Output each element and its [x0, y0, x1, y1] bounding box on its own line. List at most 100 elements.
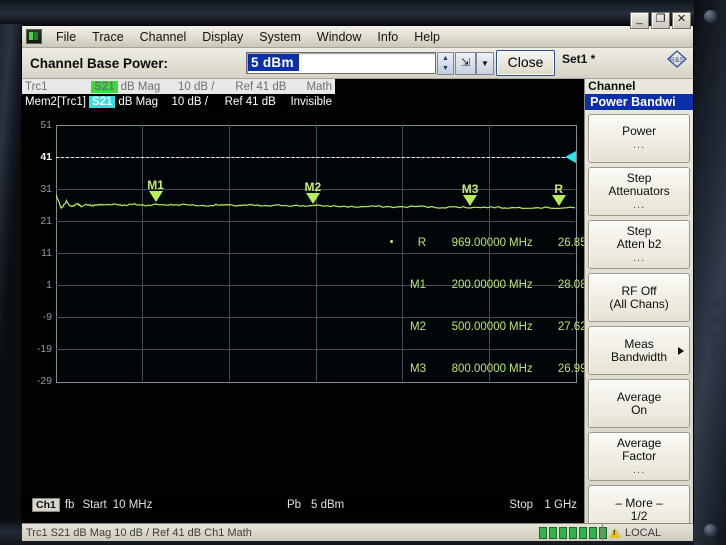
bezel-vent — [710, 300, 719, 309]
marker-label: M1 — [147, 178, 164, 193]
marker-triangle-icon — [463, 194, 478, 206]
marker-frequency-unit: MHz — [509, 321, 533, 333]
diagram-area[interactable]: Trc1 S21 dB Mag 10 dB / Ref 41 dB Math M… — [22, 79, 610, 523]
vna-application-window: File Trace Channel Display System Window… — [22, 12, 693, 541]
channel-base-power-input[interactable]: 5 dBm — [246, 52, 436, 74]
y-tick-label: -29 — [36, 375, 52, 387]
bezel-top — [0, 0, 726, 24]
marker-id: M2 — [410, 321, 426, 333]
marker-label: M2 — [304, 179, 322, 194]
svg-text:R&S: R&S — [670, 57, 685, 64]
softkey-ellipsis: ... — [632, 251, 646, 264]
trace-scale: 10 dB / — [177, 80, 215, 93]
unit-dropdown-icon[interactable]: ▼ — [476, 52, 494, 75]
close-window-button[interactable]: ✕ — [672, 12, 691, 29]
trace-legend: Trc1 S21 dB Mag 10 dB / Ref 41 dB Math M… — [22, 79, 603, 109]
minimize-button[interactable]: _ — [630, 12, 649, 29]
marker-frequency: 500.00000 — [451, 321, 506, 333]
softkey-line1: Average — [616, 389, 662, 404]
marker-reference[interactable]: R — [545, 181, 573, 206]
softkey-step-attenuators[interactable]: Step Attenuators ... — [588, 167, 690, 216]
marker-frequency-unit: MHz — [509, 363, 533, 375]
softkey-line1: Average — [616, 435, 662, 450]
menu-system[interactable]: System — [251, 29, 309, 45]
rohde-schwarz-logo: R&S — [667, 50, 687, 68]
application-body: Trc1 S21 dB Mag 10 dB / Ref 41 dB Math M… — [22, 79, 693, 534]
trace-name: Trc1 — [25, 80, 48, 93]
softkey-power[interactable]: Power ... — [588, 114, 690, 163]
menu-trace[interactable]: Trace — [84, 29, 132, 45]
softkey-line1: Step — [626, 170, 652, 185]
softkey-line2: Atten b2 — [616, 236, 662, 251]
marker-id: M3 — [410, 363, 426, 375]
softkey-line1: Meas — [624, 336, 654, 351]
marker-frequency: 969.00000 — [451, 237, 506, 249]
channel-status-line[interactable]: Ch1 fb Start 10 MHz Pb 5 dBm Stop 1 GHz — [22, 497, 585, 513]
pb-value: 5 dBm — [311, 499, 345, 511]
active-marker-dot-icon — [390, 240, 393, 243]
softkey-average-on[interactable]: Average On — [588, 379, 690, 428]
softkey-line1: RF Off — [621, 283, 657, 298]
marker-label: M3 — [461, 181, 479, 196]
softkey-line2: Bandwidth — [611, 349, 668, 364]
trace-scale: 10 dB / — [171, 95, 208, 108]
trace-legend-row[interactable]: Trc1 S21 dB Mag 10 dB / Ref 41 dB Math — [22, 79, 335, 94]
value-stepper[interactable]: ▲ ▼ — [437, 52, 454, 75]
trace-legend-row[interactable]: Mem2[Trc1] S21 dB Mag 10 dB / Ref 41 dB … — [22, 94, 335, 109]
trace-mode: Invisible — [290, 95, 333, 108]
start-label: Start — [82, 499, 107, 511]
y-tick-label-ref: 41 — [40, 151, 52, 163]
y-tick-label: 31 — [40, 183, 52, 195]
submenu-arrow-icon — [678, 346, 684, 355]
softkey-rf-off-all-chans[interactable]: RF Off (All Chans) — [588, 273, 690, 322]
local-mode-indicator[interactable]: LOCAL — [602, 524, 691, 541]
stop-value: 1 GHz — [544, 499, 577, 511]
bezel-vent — [710, 348, 719, 357]
softkey-panel: Channel Power Bandwi Power ... Step Atte… — [584, 79, 693, 534]
channel-base-power-value: 5 dBm — [248, 54, 299, 71]
marker-frequency: 200.00000 — [451, 279, 506, 291]
channel-tag: Ch1 — [32, 498, 60, 512]
marker-label: R — [554, 181, 564, 196]
bezel-right — [694, 0, 726, 545]
unit-button[interactable]: ⇲ — [455, 52, 476, 75]
marker-m3[interactable]: M3 — [456, 181, 484, 206]
restore-button[interactable]: ❐ — [651, 12, 670, 29]
y-tick-label: 11 — [41, 247, 52, 259]
marker-triangle-icon — [551, 194, 566, 206]
menu-window[interactable]: Window — [309, 29, 369, 45]
sweep-variable: fb — [64, 499, 75, 511]
marker-m2[interactable]: M2 — [299, 179, 327, 204]
close-dialog-button[interactable]: Close — [496, 50, 555, 76]
menu-info[interactable]: Info — [369, 29, 406, 45]
stepper-down-icon[interactable]: ▼ — [438, 64, 453, 75]
marker-frequency: 800.00000 — [451, 363, 506, 375]
softkey-line1: Power — [622, 124, 657, 138]
window-controls: _ ❐ ✕ — [630, 12, 691, 29]
menu-help[interactable]: Help — [406, 29, 448, 45]
status-bar-text: Trc1 S21 dB Mag 10 dB / Ref 41 dB Ch1 Ma… — [26, 526, 252, 539]
pb-label: Pb — [287, 499, 302, 511]
marker-frequency-unit: MHz — [509, 279, 533, 291]
softkey-meas-bandwidth[interactable]: Meas Bandwidth — [588, 326, 690, 375]
softkey-line1: – More – — [615, 495, 663, 510]
menu-file[interactable]: File — [48, 29, 84, 45]
marker-m1[interactable]: M1 — [142, 178, 170, 203]
trace-format: dB Mag — [118, 95, 159, 108]
stop-label: Stop — [509, 499, 533, 511]
softkey-selected-item[interactable]: Power Bandwi — [585, 94, 693, 110]
stepper-up-icon[interactable]: ▲ — [438, 53, 453, 64]
menu-channel[interactable]: Channel — [132, 29, 195, 45]
softkey-line2: Attenuators — [608, 183, 670, 198]
softkey-step-atten-b2[interactable]: Step Atten b2 ... — [588, 220, 690, 269]
softkey-line2: Factor — [622, 448, 657, 463]
instrument-photo: R&S ZVx File Trace Channel Display Syste… — [0, 0, 726, 545]
status-led — [539, 527, 547, 539]
y-tick-label: 51 — [40, 119, 52, 131]
trace-name: Mem2[Trc1] — [25, 95, 86, 108]
trace-param-swatch: S21 — [91, 80, 118, 93]
softkey-average-factor[interactable]: Average Factor ... — [588, 432, 690, 481]
marker-frequency-unit: MHz — [509, 237, 533, 249]
setup-label: Set1 * — [562, 52, 596, 66]
menu-display[interactable]: Display — [194, 29, 251, 45]
